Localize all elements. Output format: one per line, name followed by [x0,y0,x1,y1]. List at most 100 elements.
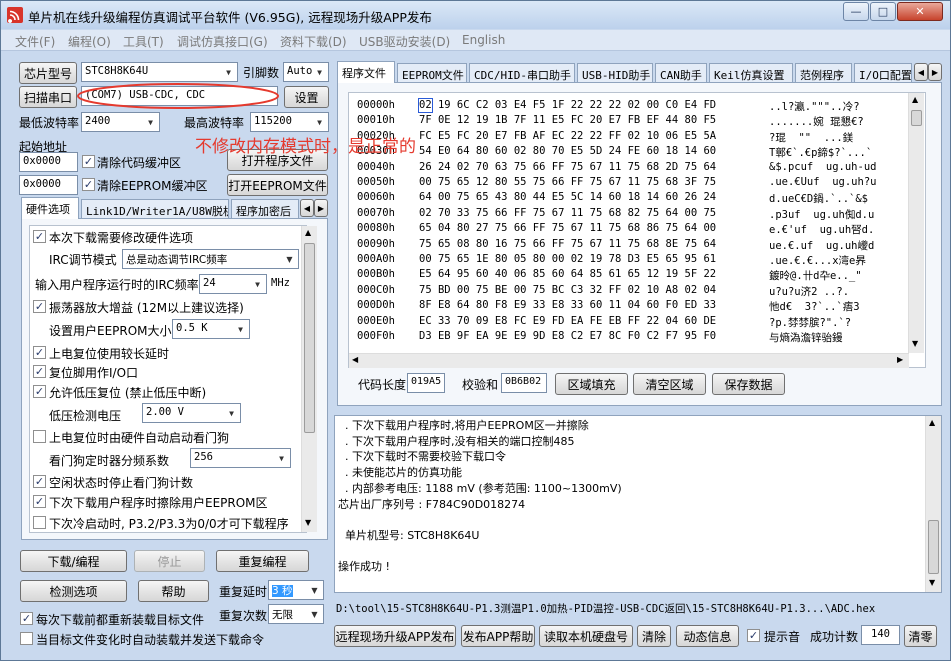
scroll-up-icon[interactable]: ▲ [305,228,311,237]
pins-select[interactable]: Auto ▼ [283,62,329,82]
eeprom-address-input[interactable]: 0x0000 [19,175,78,195]
menu-file[interactable]: 文件(F) [15,33,55,50]
hex-bytes[interactable]: 75 BD 00 75 BE 00 75 BC C3 32 FF 02 10 A… [419,284,716,296]
close-button[interactable]: ✕ [897,2,943,21]
scroll-up-icon[interactable]: ▲ [929,418,935,427]
reset-count-button[interactable]: 清零 [904,625,937,647]
options-scroll-thumb[interactable] [304,243,315,433]
hex-bytes[interactable]: E5 64 95 60 40 06 85 60 64 85 61 65 12 1… [419,268,716,280]
irc-mode-select[interactable]: 总是动态调节IRC频率 ▼ [122,249,299,269]
tab-serial-assistant[interactable]: CDC/HID-串口助手 [469,63,575,83]
tab-usb-hid-assistant[interactable]: USB-HID助手 [577,63,653,83]
max-baud-select[interactable]: 115200 ▼ [250,112,329,132]
reprogram-button[interactable]: 重复编程 [216,550,309,572]
clear-log-button[interactable]: 清除 [637,625,671,647]
save-data-button[interactable]: 保存数据 [712,373,785,395]
publish-app-help-button[interactable]: 发布APP帮助 [461,625,535,647]
reset-pin-checkbox[interactable]: ✓ [33,365,46,378]
hex-bytes[interactable]: 00 75 65 1E 80 05 80 00 02 19 78 D3 E5 6… [419,253,716,265]
hex-bytes[interactable]: 8F E8 64 80 F8 E9 33 E8 33 60 11 04 60 F… [419,299,716,311]
scan-port-button[interactable]: 扫描串口 [19,86,77,108]
hex-bytes[interactable]: 02 70 33 75 66 FF 75 67 11 75 68 82 75 6… [419,207,716,219]
maximize-button[interactable]: □ [870,2,896,21]
menu-program[interactable]: 编程(O) [68,33,111,50]
lvd-voltage-select[interactable]: 2.00 V ▼ [142,403,241,423]
hex-bytes[interactable]: 02 19 6C C2 03 E4 F5 1F 22 22 22 02 00 C… [419,99,716,111]
repeat-delay-select[interactable]: 3 秒 ▼ [268,580,324,600]
menu-english[interactable]: English [462,33,505,47]
menu-download[interactable]: 资料下载(D) [280,33,347,50]
hex-bytes[interactable]: 75 65 08 80 16 75 66 FF 75 67 11 75 68 8… [419,238,716,250]
hex-horizontal-scrollbar[interactable]: ◀ ▶ [349,353,909,368]
hex-bytes[interactable]: 64 00 75 65 43 80 44 E5 5C 14 60 18 14 6… [419,191,716,203]
hex-scroll-thumb[interactable] [911,110,922,126]
modify-hw-checkbox[interactable]: ✓ [33,230,46,243]
hex-bytes[interactable]: 54 E0 64 80 60 02 80 70 E5 5D 24 FE 60 1… [419,145,716,157]
hex-bytes[interactable]: 00 75 65 12 80 55 75 66 FF 75 67 11 75 6… [419,176,716,188]
tab-offline-writer[interactable]: Link1D/Writer1A/U8W脱机 [81,199,229,219]
code-address-input[interactable]: 0x0000 [19,152,78,172]
tab-examples[interactable]: 范例程序 [795,63,852,83]
hex-bytes[interactable]: 26 24 02 70 63 75 66 FF 75 67 11 75 68 2… [419,161,716,173]
tab-scroll-left-icon[interactable]: ◀ [300,199,314,217]
options-scrollbar[interactable]: ▲ ▼ [301,226,317,532]
stop-button[interactable]: 停止 [134,550,205,572]
open-eeprom-file-button[interactable]: 打开EEPROM文件 [227,174,328,196]
dynamic-info-button[interactable]: 动态信息 [676,625,739,647]
log-scroll-thumb[interactable] [928,520,939,574]
erase-eeprom-checkbox[interactable]: ✓ [33,495,46,508]
download-program-button[interactable]: 下载/编程 [20,550,127,572]
repeat-count-select[interactable]: 无限 ▼ [268,604,324,624]
menu-usb-driver[interactable]: USB驱动安装(D) [359,33,450,50]
beep-checkbox[interactable]: ✓ [747,629,760,642]
clear-eeprom-checkbox[interactable]: ✓ [82,178,95,191]
tab-encryption[interactable]: 程序加密后 [231,199,299,219]
tab-scroll-right-icon[interactable]: ▶ [928,63,942,81]
settings-button[interactable]: 设置 [284,86,329,108]
wdt-auto-checkbox[interactable] [33,430,46,443]
clear-code-checkbox[interactable]: ✓ [82,155,95,168]
scroll-right-icon[interactable]: ▶ [897,355,903,364]
lvd-reset-checkbox[interactable]: ✓ [33,385,46,398]
tab-scroll-left-icon[interactable]: ◀ [914,63,928,81]
hex-vertical-scrollbar[interactable]: ▲ ▼ [908,93,924,353]
help-button[interactable]: 帮助 [138,580,209,602]
check-options-button[interactable]: 检测选项 [20,580,127,602]
scroll-left-icon[interactable]: ◀ [352,355,358,364]
scroll-down-icon[interactable]: ▼ [305,518,311,527]
read-disk-id-button[interactable]: 读取本机硬盘号 [539,625,633,647]
tab-program-file[interactable]: 程序文件 [337,61,395,83]
reload-checkbox[interactable]: ✓ [20,612,33,625]
hex-bytes[interactable]: EC 33 70 09 E8 FC E9 FD EA FE EB FF 22 0… [419,315,716,327]
scroll-down-icon[interactable]: ▼ [912,339,918,348]
clear-area-button[interactable]: 清空区域 [633,373,706,395]
hex-bytes[interactable]: D3 EB 9F EA 9E E9 9D E8 C2 E7 8C F0 C2 F… [419,330,716,342]
hex-bytes[interactable]: FC E5 FC 20 E7 FB AF EC 22 22 FF 02 10 0… [419,130,716,142]
fill-area-button[interactable]: 区域填充 [555,373,628,395]
chip-model-button[interactable]: 芯片型号 [19,62,77,84]
long-delay-checkbox[interactable]: ✓ [33,346,46,359]
remote-upgrade-publish-button[interactable]: 远程现场升级APP发布 [334,625,456,647]
tab-hardware-options[interactable]: 硬件选项 [21,197,79,219]
auto-send-checkbox[interactable] [20,632,33,645]
hex-bytes[interactable]: 7F 0E 12 19 1B 7F 11 E5 FC 20 E7 FB EF 4… [419,114,716,126]
amp-gain-checkbox[interactable]: ✓ [33,300,46,313]
tab-io-config[interactable]: I/O口配置 [854,63,912,83]
idle-wdt-checkbox[interactable]: ✓ [33,475,46,488]
minimize-button[interactable]: — [843,2,869,21]
min-baud-select[interactable]: 2400 ▼ [81,112,160,132]
eeprom-size-select[interactable]: 0.5 K ▼ [172,319,250,339]
scroll-up-icon[interactable]: ▲ [912,95,918,104]
irc-freq-input[interactable]: 24 ▼ [199,274,267,294]
hex-bytes[interactable]: 65 04 80 27 75 66 FF 75 67 11 75 68 86 7… [419,222,716,234]
chip-model-select[interactable]: STC8H8K64U ▼ [81,62,238,82]
wdt-div-select[interactable]: 256 ▼ [190,448,291,468]
menu-debug[interactable]: 调试仿真接口(G) [177,33,268,50]
menu-tools[interactable]: 工具(T) [123,33,164,50]
log-scrollbar[interactable]: ▲ ▼ [925,416,941,592]
tab-keil-settings[interactable]: Keil仿真设置 [709,63,793,83]
scroll-down-icon[interactable]: ▼ [929,578,935,587]
tab-eeprom-file[interactable]: EEPROM文件 [397,63,467,83]
tab-can-assistant[interactable]: CAN助手 [655,63,707,83]
cold-boot-checkbox[interactable] [33,516,46,529]
